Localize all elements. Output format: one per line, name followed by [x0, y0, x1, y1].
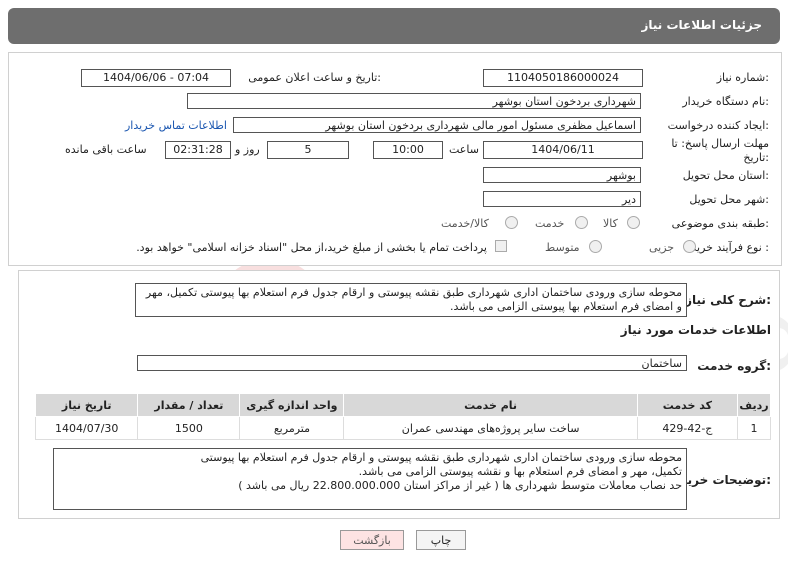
cell-need-date: 1404/07/30 [34, 416, 139, 440]
creator-field: اسماعیل مظفری مسئول امور مالی شهرداری بر… [233, 117, 641, 133]
city-label: شهر محل تحویل: [689, 193, 769, 206]
cell-service-name: ساخت سایر پروژه‌های مهندسی عمران [343, 416, 638, 440]
cell-unit: مترمربع [239, 416, 345, 440]
buyer-org-field: شهرداری بردخون استان بوشهر [187, 93, 641, 109]
category-option-service: خدمت [535, 217, 565, 230]
print-button[interactable]: چاپ [416, 530, 466, 550]
category-radio-goods-service[interactable] [505, 216, 518, 229]
col-quantity: تعداد / مقدار [137, 393, 241, 417]
buyer-notes-line-3: حد نصاب معاملات متوسط شهرداری ها ( غیر ا… [238, 479, 682, 492]
page-title: جزئیات اطلاعات نیاز [641, 18, 762, 32]
category-radio-service[interactable] [575, 216, 588, 229]
process-radio-medium[interactable] [589, 240, 602, 253]
process-option-partial: جزیی [649, 241, 675, 254]
creator-label: ایجاد کننده درخواست: [667, 119, 769, 132]
services-table: تاریخ نیاز تعداد / مقدار واحد اندازه گیر… [34, 393, 771, 440]
buyer-contact-link[interactable]: اطلاعات تماس خریدار [125, 119, 227, 132]
process-label: نوع فرآیند خرید : [691, 241, 769, 254]
page-header: جزئیات اطلاعات نیاز [8, 8, 780, 44]
cell-service-code: ج-42-429 [636, 416, 739, 440]
days-label: روز و [235, 143, 260, 156]
deadline-date-field: 1404/06/11 [483, 141, 643, 159]
service-group-field: ساختمان [137, 355, 687, 371]
back-button[interactable]: بازگشت [340, 530, 404, 550]
buyer-notes-line-1: محوطه سازی ورودی ساختمان اداری شهرداری ط… [200, 451, 682, 464]
need-number-field: 1104050186000024 [483, 69, 643, 87]
details-panel: شرح کلی نیاز: محوطه سازی ورودی ساختمان ا… [18, 270, 780, 519]
buyer-notes-line-2: تکمیل، مهر و امضای فرم استعلام بها و نقش… [358, 465, 682, 478]
summary-label: شرح کلی نیاز: [685, 293, 771, 307]
process-option-medium: متوسط [545, 241, 580, 254]
category-label: طبقه بندی موضوعی: [671, 217, 769, 230]
col-unit: واحد اندازه گیری [239, 393, 345, 417]
cell-row-number: 1 [737, 416, 771, 440]
cell-quantity: 1500 [137, 416, 241, 440]
deadline-time-label: ساعت [449, 143, 479, 156]
service-group-label: گروه خدمت: [697, 359, 771, 373]
days-field: 5 [267, 141, 349, 159]
col-service-code: کد خدمت [636, 393, 739, 417]
deadline-time-field: 10:00 [373, 141, 443, 159]
summary-textarea[interactable]: محوطه سازی ورودی ساختمان اداری شهرداری ط… [135, 283, 687, 317]
announce-field: 1404/06/06 - 07:04 [81, 69, 231, 87]
table-row: 1404/07/30 1500 مترمربع ساخت سایر پروژه‌… [34, 416, 771, 440]
category-option-goods-service: کالا/خدمت [441, 217, 489, 230]
province-field: بوشهر [483, 167, 641, 183]
need-number-label: شماره نیاز: [716, 71, 769, 84]
category-option-goods: کالا [603, 217, 618, 230]
col-row-number: ردیف [737, 393, 771, 417]
col-need-date: تاریخ نیاز [34, 393, 139, 417]
announce-label: تاریخ و ساعت اعلان عمومی: [248, 71, 381, 84]
treasury-checkbox[interactable] [495, 240, 507, 252]
province-label: استان محل تحویل: [682, 169, 769, 182]
city-field: دیر [483, 191, 641, 207]
table-header-row: تاریخ نیاز تعداد / مقدار واحد اندازه گیر… [34, 393, 771, 417]
col-service-name: نام خدمت [343, 393, 638, 417]
need-info-panel: شماره نیاز: 1104050186000024 تاریخ و ساع… [8, 52, 782, 266]
category-radio-goods[interactable] [627, 216, 640, 229]
payment-note: پرداخت تمام یا بخشی از مبلغ خرید،از محل … [136, 241, 487, 254]
buyer-notes-textarea[interactable]: محوطه سازی ورودی ساختمان اداری شهرداری ط… [53, 448, 687, 510]
buyer-org-label: نام دستگاه خریدار: [682, 95, 769, 108]
process-radio-partial[interactable] [683, 240, 696, 253]
remaining-time-field: 02:31:28 [165, 141, 231, 159]
services-section-title: اطلاعات خدمات مورد نیاز [620, 323, 771, 337]
remaining-label: ساعت باقی مانده [65, 143, 147, 156]
deadline-label: مهلت ارسال پاسخ: تا تاریخ: [671, 137, 769, 164]
